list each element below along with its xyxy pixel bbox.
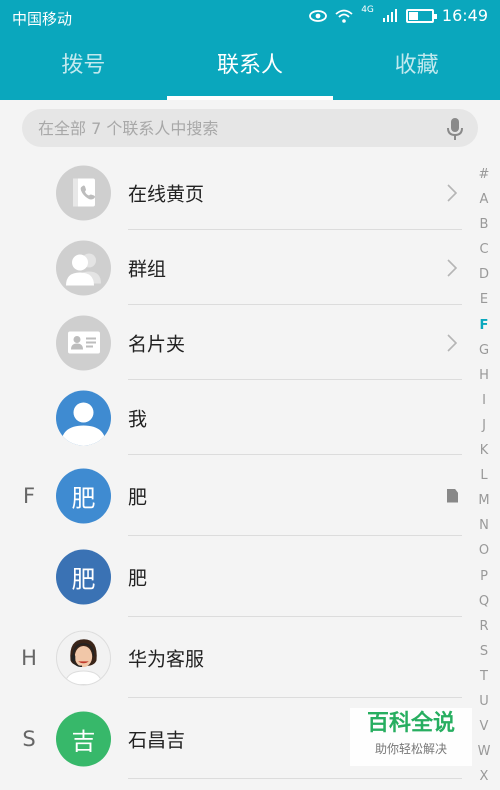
chevron-right-icon — [447, 258, 458, 277]
watermark-title: 百科全说 — [366, 711, 455, 736]
index-letter[interactable]: X — [474, 764, 494, 789]
list-item-yellow-pages[interactable]: 在线黄页 — [0, 155, 470, 230]
index-letter[interactable]: # — [474, 162, 494, 187]
group-icon — [56, 240, 111, 295]
contact-name: 名片夹 — [128, 333, 186, 355]
search-bar — [22, 109, 478, 147]
index-letter[interactable]: G — [474, 338, 494, 363]
index-letter[interactable]: C — [474, 237, 494, 262]
index-letter[interactable]: P — [474, 564, 494, 589]
me-avatar-icon — [56, 390, 111, 445]
signal-icon — [382, 8, 397, 22]
contact-name: 石昌吉 — [128, 729, 186, 751]
index-letter[interactable]: R — [474, 614, 494, 639]
search-input[interactable] — [22, 109, 422, 147]
tab-favorites[interactable]: 收藏 — [333, 36, 500, 100]
index-letter[interactable]: F — [474, 313, 494, 338]
wifi-icon — [335, 9, 353, 23]
network-type-label: 4G — [361, 4, 374, 15]
list-item-business-cards[interactable]: 名片夹 — [0, 305, 470, 380]
section-letter: S — [22, 726, 36, 751]
index-letter[interactable]: B — [474, 212, 494, 237]
contact-name: 华为客服 — [128, 648, 205, 670]
index-letter[interactable]: T — [474, 664, 494, 689]
status-icons: 4G 16:49 — [309, 4, 488, 25]
index-letter[interactable]: M — [474, 488, 494, 513]
divider — [128, 778, 462, 779]
index-letter[interactable]: J — [474, 413, 494, 438]
battery-icon — [405, 8, 437, 23]
list-item-me[interactable]: 我 — [0, 380, 470, 455]
contact-list: 在线黄页 群组 名片夹 我 F 肥 肥 肥 肥 H 华为客服 S 吉 石昌吉 — [0, 155, 470, 779]
index-letter[interactable]: H — [474, 363, 494, 388]
index-letter[interactable]: K — [474, 438, 494, 463]
business-card-icon — [56, 315, 111, 370]
index-letter[interactable]: L — [474, 463, 494, 488]
chevron-right-icon — [447, 333, 458, 352]
index-letter[interactable]: V — [474, 714, 494, 739]
section-letter: F — [22, 483, 36, 508]
watermark-logo: 百科全说 助你轻松解决 — [350, 708, 472, 766]
index-letter[interactable]: N — [474, 513, 494, 538]
contact-name: 肥 — [128, 567, 148, 589]
index-letter[interactable]: E — [474, 287, 494, 312]
clock: 16:49 — [441, 6, 488, 25]
letter-avatar: 吉 — [56, 711, 111, 766]
contact-name: 我 — [128, 408, 148, 430]
index-letter[interactable]: I — [474, 388, 494, 413]
list-item-groups[interactable]: 群组 — [0, 230, 470, 305]
list-item-contact[interactable]: H 华为客服 — [0, 617, 470, 698]
index-letter[interactable]: D — [474, 262, 494, 287]
watermark-subtitle: 助你轻松解决 — [374, 742, 447, 756]
tab-dialer[interactable]: 拨号 — [0, 36, 167, 100]
alphabet-index[interactable]: # A B C D E F G H I J K L M N O P Q R S T U V W X — [474, 162, 494, 789]
contact-name: 群组 — [128, 258, 167, 280]
microphone-icon[interactable] — [446, 117, 464, 141]
carrier-label: 中国移动 — [12, 10, 73, 28]
index-letter[interactable]: Q — [474, 589, 494, 614]
list-item-contact[interactable]: F 肥 肥 — [0, 455, 470, 536]
eye-icon — [309, 9, 328, 22]
chevron-right-icon — [447, 183, 458, 202]
service-agent-photo — [56, 630, 111, 685]
index-letter[interactable]: W — [474, 739, 494, 764]
index-letter[interactable]: A — [474, 187, 494, 212]
contact-name: 肥 — [128, 486, 148, 508]
letter-avatar: 肥 — [56, 549, 111, 604]
yellow-pages-icon — [56, 165, 111, 220]
letter-avatar: 肥 — [56, 468, 111, 523]
index-letter[interactable]: S — [474, 639, 494, 664]
section-letter: H — [21, 645, 37, 670]
status-bar: 中国移动 4G 16:49 — [0, 0, 500, 36]
list-item-contact[interactable]: 肥 肥 — [0, 536, 470, 617]
tab-bar: 拨号 联系人 收藏 — [0, 36, 500, 100]
index-letter[interactable]: U — [474, 689, 494, 714]
contact-name: 在线黄页 — [128, 183, 205, 205]
sim-card-icon — [447, 488, 458, 503]
tab-contacts[interactable]: 联系人 — [166, 36, 334, 100]
index-letter[interactable]: O — [474, 538, 494, 563]
